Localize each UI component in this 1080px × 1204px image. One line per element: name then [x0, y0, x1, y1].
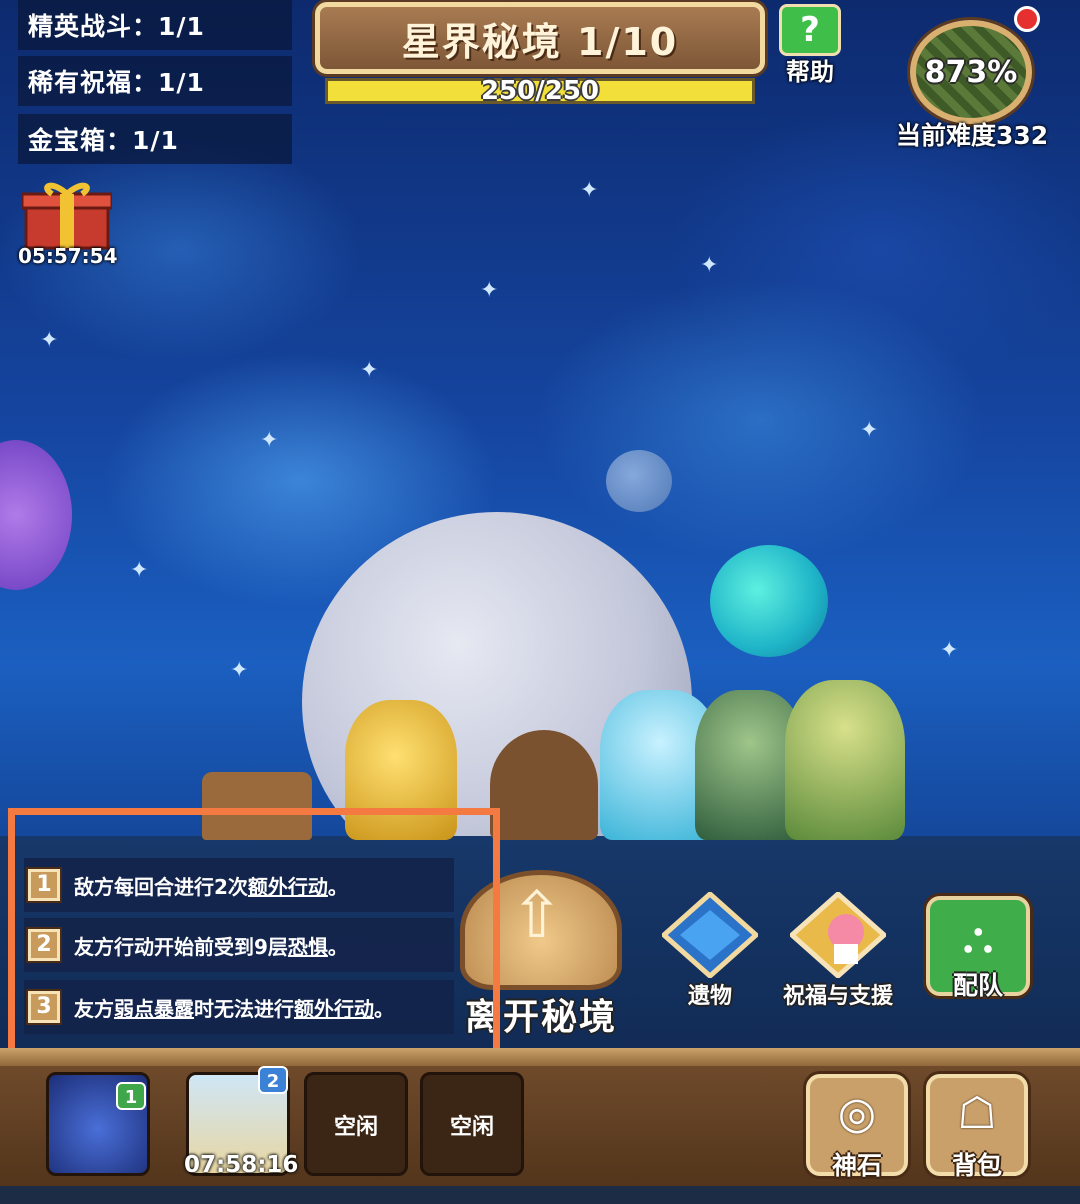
slot-label: 空闲 — [333, 1115, 378, 1140]
stage-progress-bar: 250/250 — [325, 76, 755, 106]
god-stone-label: 神石 — [831, 1151, 882, 1180]
backpack-icon: ☖ — [957, 1088, 997, 1139]
relics-button[interactable]: 遗物 — [652, 892, 768, 1018]
elite-battle-counter: 精英战斗：1/1 — [18, 0, 292, 50]
armillary-device[interactable] — [490, 730, 598, 840]
stage-title: 星界秘境 1/10 — [401, 19, 679, 64]
team-button[interactable]: ⛬ 配队 — [926, 896, 1032, 1006]
star-decoration: ✦ — [860, 418, 879, 443]
help-label: 帮助 — [786, 58, 834, 86]
team-people-icon: ⛬ — [962, 912, 994, 963]
relics-label: 遗物 — [687, 984, 732, 1009]
gift-timer: 05:57:54 — [18, 244, 118, 268]
star-decoration: ✦ — [40, 328, 59, 353]
expedition-slot-3[interactable]: 空闲 — [304, 1072, 408, 1176]
difficulty-percent: 873% — [924, 54, 1018, 90]
bottom-strip — [0, 1186, 1080, 1204]
star-decoration: ✦ — [940, 638, 959, 663]
teal-planet — [710, 545, 828, 657]
expedition-slot-4[interactable]: 空闲 — [420, 1072, 524, 1176]
up-arrow-icon: ⇧ — [510, 879, 564, 953]
god-stone-icon: ◎ — [837, 1088, 877, 1139]
highlight-box — [8, 808, 500, 1082]
gold-chest-counter: 金宝箱：1/1 — [18, 114, 292, 164]
star-decoration: ✦ — [260, 428, 279, 453]
star-decoration: ✦ — [580, 178, 599, 203]
backpack-button[interactable]: ☖ 背包 — [926, 1074, 1028, 1180]
difficulty-ring[interactable]: 873% — [910, 20, 1032, 124]
progress-text: 250/250 — [480, 76, 600, 106]
stage-title-banner: 星界秘境 1/10 — [315, 2, 765, 74]
team-label: 配队 — [952, 971, 1003, 1000]
star-decoration: ✦ — [130, 558, 149, 583]
tree-character[interactable] — [785, 680, 905, 840]
relic-crystal-icon — [662, 892, 758, 978]
slot-timer: 07:58:16 — [184, 1152, 299, 1178]
blessing-character-icon — [790, 892, 886, 978]
star-decoration: ✦ — [480, 278, 499, 303]
star-decoration: ✦ — [700, 253, 719, 278]
difficulty-label: 当前难度332 — [896, 121, 1049, 150]
small-planet — [606, 450, 672, 512]
star-decoration: ✦ — [360, 358, 379, 383]
backpack-label: 背包 — [951, 1151, 1002, 1180]
blessings-support-button[interactable]: 祝福与支援 — [780, 892, 896, 1018]
blessings-support-label: 祝福与支援 — [782, 984, 893, 1009]
slot-badge: 2 — [258, 1066, 288, 1094]
help-button[interactable]: ? 帮助 — [775, 4, 845, 86]
rare-blessing-counter: 稀有祝福：1/1 — [18, 56, 292, 106]
bottom-bar — [0, 1066, 1080, 1204]
stage-edge — [0, 1048, 1080, 1068]
gift-box-icon[interactable] — [22, 180, 112, 250]
notification-dot-icon — [1014, 6, 1040, 32]
slot-label: 空闲 — [449, 1115, 494, 1140]
god-stone-button[interactable]: ◎ 神石 — [806, 1074, 908, 1180]
question-icon: ? — [779, 4, 841, 56]
slot-badge: 1 — [116, 1082, 146, 1110]
